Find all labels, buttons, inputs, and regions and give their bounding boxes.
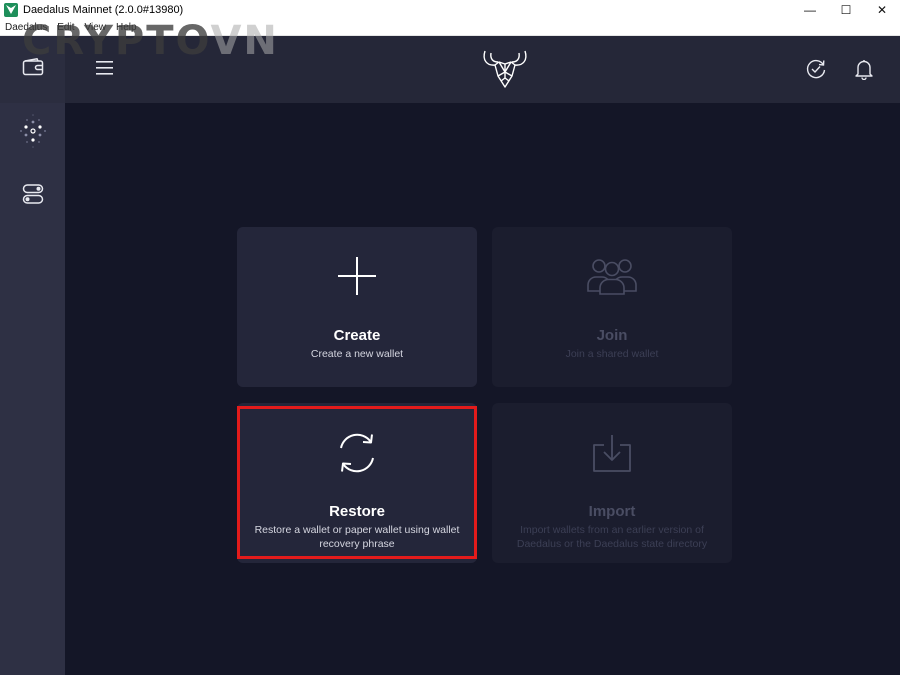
menu-help[interactable]: Help (111, 22, 142, 33)
sidebar-item-wallets[interactable] (0, 36, 65, 103)
card-title: Join (596, 327, 628, 344)
cardano-network-icon (13, 111, 53, 156)
sidebar (0, 36, 65, 675)
import-icon (590, 431, 634, 480)
join-wallet-card: Join Join a shared wallet (492, 227, 732, 387)
card-description: Restore a wallet or paper wallet using w… (254, 524, 460, 550)
plus-icon (336, 255, 378, 302)
card-description: Import wallets from an earlier version o… (516, 524, 708, 550)
card-title: Restore (329, 503, 385, 520)
restore-wallet-card[interactable]: Restore Restore a wallet or paper wallet… (237, 403, 477, 563)
daedalus-app-icon (4, 2, 18, 17)
sidebar-item-settings[interactable] (0, 181, 65, 211)
menu-view[interactable]: View (80, 22, 112, 33)
top-bar (65, 36, 900, 103)
card-title: Import (588, 503, 636, 520)
hamburger-icon[interactable] (95, 57, 115, 84)
window-title-bar: Daedalus Mainnet (2.0.0#13980) — ☐ ✕ (0, 0, 900, 19)
users-icon (584, 255, 640, 300)
menu-daedalus[interactable]: Daedalus (0, 22, 52, 33)
daedalus-logo (479, 48, 531, 95)
wallet-icon (22, 57, 44, 81)
import-wallet-card: Import Import wallets from an earlier ve… (492, 403, 732, 563)
menu-edit[interactable]: Edit (52, 22, 79, 33)
create-wallet-card[interactable]: Create Create a new wallet (237, 227, 477, 387)
settings-toggle-icon (22, 183, 44, 210)
main-content (65, 103, 900, 675)
card-title: Create (333, 327, 381, 344)
minimize-button[interactable]: — (792, 0, 828, 19)
sync-icon[interactable] (805, 58, 827, 85)
window-title: Daedalus Mainnet (2.0.0#13980) (23, 3, 184, 16)
bell-icon[interactable] (854, 58, 874, 85)
close-button[interactable]: ✕ (864, 0, 900, 19)
maximize-button[interactable]: ☐ (828, 0, 864, 19)
card-description: Join a shared wallet (565, 348, 659, 360)
card-description: Create a new wallet (310, 348, 404, 360)
sidebar-item-network[interactable] (0, 113, 65, 153)
menu-bar: Daedalus Edit View Help (0, 19, 900, 36)
restore-icon (335, 431, 379, 480)
